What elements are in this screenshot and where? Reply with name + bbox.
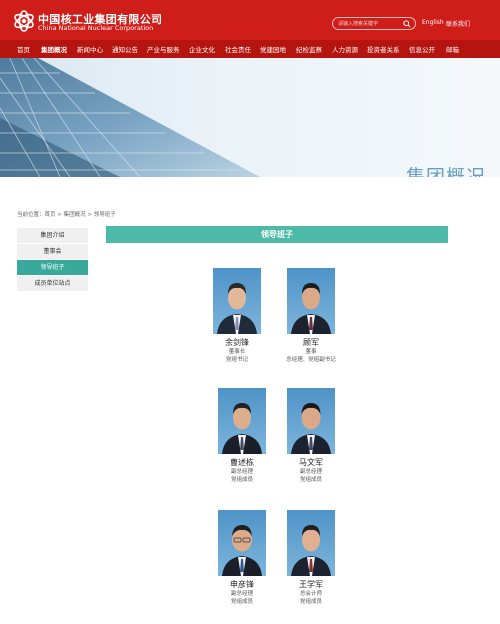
nav-item-group-overview[interactable]: 集团概况: [41, 44, 67, 54]
banner-title: 集团概况: [406, 166, 487, 177]
leader-name: 王学军: [299, 580, 323, 589]
section-title: 领导班子: [106, 226, 448, 243]
nav-item-investors[interactable]: 投资者关系: [367, 44, 400, 54]
breadcrumb: 当前位置：首页 > 集团概况 > 领导班子: [17, 210, 116, 218]
leader-name: 马文军: [299, 458, 323, 467]
sidebar: 集团介绍 董事会 领导班子 成员单位站点: [17, 228, 88, 292]
person-portrait-icon: [291, 283, 331, 334]
leader-photo[interactable]: [287, 268, 335, 334]
breadcrumb-current: 领导班子: [93, 212, 116, 218]
nav-item-email[interactable]: 邮箱: [446, 44, 459, 54]
breadcrumb-parent[interactable]: 集团概况: [64, 212, 86, 218]
leader-title: 董事长: [228, 349, 246, 355]
leader-title: 董事: [305, 349, 317, 355]
nav-item-home[interactable]: 首页: [17, 44, 30, 54]
main-nav: 首页 集团概况 新闻中心 通知公告 产业与服务 企业文化 社会责任 党建园地 纪…: [0, 40, 500, 58]
top-header: 中国核工业集团有限公司 China National Nuclear Corpo…: [0, 0, 500, 40]
person-portrait-icon: [222, 525, 262, 576]
leader-name: 曹述栋: [230, 458, 254, 467]
leader-title: 副总经理: [230, 591, 253, 597]
leader-photo[interactable]: [218, 510, 266, 576]
breadcrumb-separator: >: [85, 212, 94, 218]
search-box: [332, 17, 416, 30]
sidebar-item-leadership[interactable]: 领导班子: [17, 260, 88, 275]
nav-item-news[interactable]: 新闻中心: [77, 44, 103, 54]
nav-item-disclosure[interactable]: 信息公开: [409, 44, 435, 54]
person-portrait-icon: [222, 403, 262, 454]
leader-card[interactable]: 曹述栋 副总经理 党组成员: [213, 388, 271, 484]
leader-card[interactable]: 马文军 副总经理 党组成员: [282, 388, 340, 484]
english-link[interactable]: English: [422, 19, 444, 26]
leader-card[interactable]: 余剑锋 董事长 党组书记: [208, 268, 266, 364]
leader-title: 党组成员: [299, 599, 322, 605]
leader-title: 副总经理: [299, 469, 322, 475]
leader-name: 顾军: [303, 338, 319, 347]
leader-card[interactable]: 申彦锋 副总经理 党组成员: [213, 510, 271, 606]
person-portrait-icon: [217, 283, 257, 334]
leader-photo[interactable]: [213, 268, 261, 334]
nav-item-discipline[interactable]: 纪检监察: [296, 44, 322, 54]
leader-card[interactable]: 顾军 董事 总经理、党组副书记: [282, 268, 340, 364]
leader-title: 副总经理: [230, 469, 253, 475]
leader-title: 党组成员: [299, 477, 322, 483]
leader-title: 党组书记: [225, 357, 248, 363]
person-portrait-icon: [291, 525, 331, 576]
atom-logo-icon: [14, 10, 34, 32]
leader-title: 党组成员: [230, 599, 253, 605]
leader-title: 总经理、党组副书记: [286, 357, 336, 363]
search-input[interactable]: [338, 19, 403, 29]
sidebar-item-board[interactable]: 董事会: [17, 244, 88, 259]
leader-photo[interactable]: [287, 388, 335, 454]
logo-english-name: China National Nuclear Corporation: [38, 24, 154, 32]
contact-link[interactable]: 联系我们: [446, 19, 470, 28]
leader-title: 党组成员: [230, 477, 253, 483]
leader-photo[interactable]: [218, 388, 266, 454]
leader-title: 总会计师: [299, 591, 322, 597]
nav-item-notices[interactable]: 通知公告: [112, 44, 138, 54]
site-logo[interactable]: 中国核工业集团有限公司 China National Nuclear Corpo…: [12, 9, 162, 35]
nav-item-responsibility[interactable]: 社会责任: [225, 44, 251, 54]
leader-name: 申彦锋: [230, 580, 254, 589]
sidebar-item-member-sites[interactable]: 成员单位站点: [17, 276, 88, 291]
leader-photo[interactable]: [287, 510, 335, 576]
page-banner: 集团概况: [0, 58, 500, 177]
leader-card[interactable]: 王学军 总会计师 党组成员: [282, 510, 340, 606]
breadcrumb-separator: >: [55, 212, 64, 218]
breadcrumb-prefix: 当前位置：: [17, 212, 45, 218]
nav-item-culture[interactable]: 企业文化: [189, 44, 215, 54]
nav-item-hr[interactable]: 人力资源: [332, 44, 358, 54]
glass-building-image: [0, 58, 260, 177]
breadcrumb-home[interactable]: 首页: [45, 212, 56, 218]
search-icon[interactable]: [403, 20, 411, 28]
sidebar-item-group-intro[interactable]: 集团介绍: [17, 228, 88, 243]
person-portrait-icon: [291, 403, 331, 454]
leader-name: 余剑锋: [225, 338, 249, 347]
nav-item-party[interactable]: 党建园地: [260, 44, 286, 54]
nav-item-industry[interactable]: 产业与服务: [147, 44, 180, 54]
